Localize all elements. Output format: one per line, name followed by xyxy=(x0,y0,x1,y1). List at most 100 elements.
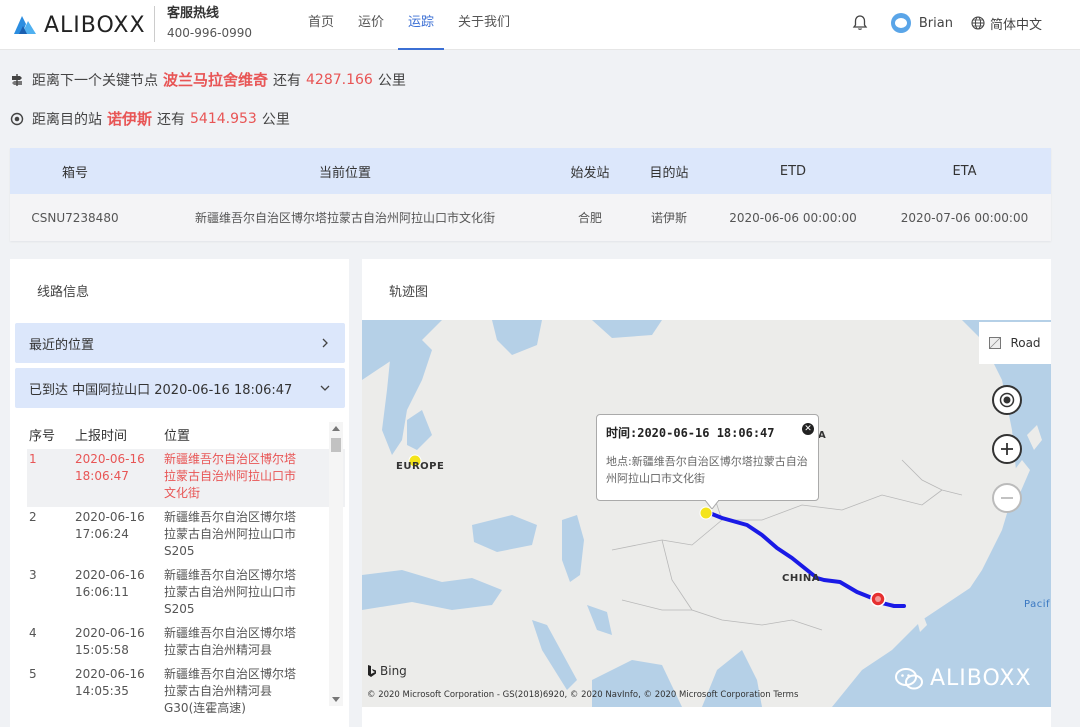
plus-icon xyxy=(1001,443,1013,455)
nav-home[interactable]: 首页 xyxy=(298,0,344,50)
bing-attribution[interactable]: Bing xyxy=(367,664,407,678)
bing-logo-icon xyxy=(368,665,376,677)
header-origin: 始发站 xyxy=(570,165,610,181)
scroll-up-icon[interactable] xyxy=(332,426,340,431)
route-row[interactable]: 2 2020-06-16 17:06:24 新疆维吾尔自治区博尔塔拉蒙古自治州阿… xyxy=(27,507,345,565)
route-row-loc: 新疆维吾尔自治区博尔塔拉蒙古自治州阿拉山口市S205 xyxy=(164,510,297,558)
container-table-row[interactable]: CSNU7238480 新疆维吾尔自治区博尔塔拉蒙古自治州阿拉山口市文化街 合肥… xyxy=(10,194,1051,241)
map-label-europe: EUROPE xyxy=(396,461,445,472)
road-map-icon xyxy=(989,337,1002,349)
aliboxx-logo[interactable]: ALIBOXX xyxy=(10,12,146,38)
destination-unit: 公里 xyxy=(261,111,290,128)
watermark-text: ALIBOXX xyxy=(930,666,1032,691)
language-selector[interactable]: 简体中文 xyxy=(990,14,1042,33)
route-row-loc: 新疆维吾尔自治区博尔塔拉蒙古自治州精河县G30(连霍高速) xyxy=(164,667,297,715)
route-row[interactable]: 1 2020-06-16 18:06:47 新疆维吾尔自治区博尔塔拉蒙古自治州阿… xyxy=(27,449,345,507)
route-row-no: 5 xyxy=(29,667,37,681)
chevron-down-icon xyxy=(320,385,330,391)
globe-icon[interactable] xyxy=(971,16,985,30)
route-row-no: 2 xyxy=(29,510,37,524)
route-table-scrollbar[interactable] xyxy=(329,422,343,706)
next-node-prefix: 距离下一个关键节点 xyxy=(32,72,158,89)
top-header: ALIBOXX 客服热线 400-996-0990 首页 运价 运踪 关于我们 … xyxy=(0,0,1080,50)
next-node-unit: 公里 xyxy=(377,72,406,89)
route-row-loc: 新疆维吾尔自治区博尔塔拉蒙古自治州精河县 xyxy=(164,626,297,657)
route-row-time: 2020-06-16 18:06:47 xyxy=(75,452,145,483)
wechat-icon xyxy=(895,667,923,689)
road-style-toggle[interactable]: Road xyxy=(979,322,1051,364)
main-nav: 首页 运价 运踪 关于我们 xyxy=(298,0,524,50)
arrived-label: 已到达 中国阿拉山口 2020-06-16 18:06:47 xyxy=(29,382,293,398)
hotline-label: 客服热线 xyxy=(167,6,220,21)
map-background xyxy=(362,320,1051,707)
locate-button[interactable] xyxy=(992,385,1022,415)
popup-time: 时间:2020-06-16 18:06:47 xyxy=(606,426,775,440)
nav-freight-rates[interactable]: 运价 xyxy=(348,0,394,50)
cell-destination: 诺伊斯 xyxy=(650,211,687,225)
user-name[interactable]: Brian xyxy=(919,16,953,31)
popup-address: 地点:新疆维吾尔自治区博尔塔拉蒙古自治州阿拉山口市文化街 xyxy=(606,455,808,485)
destination-prefix: 距离目的站 xyxy=(32,111,102,128)
scroll-thumb[interactable] xyxy=(331,438,341,452)
route-row-time: 2020-06-16 15:05:58 xyxy=(75,626,145,657)
destination-mid: 还有 xyxy=(157,111,186,128)
header-eta: ETA xyxy=(952,163,977,179)
minus-icon xyxy=(1001,497,1013,499)
header-seq: 序号 xyxy=(29,428,56,444)
route-row-loc: 新疆维吾尔自治区博尔塔拉蒙古自治州阿拉山口市S205 xyxy=(164,568,297,616)
road-label: Road xyxy=(1010,336,1041,350)
route-row[interactable]: 5 2020-06-16 14:05:35 新疆维吾尔自治区博尔塔拉蒙古自治州精… xyxy=(27,664,345,722)
chevron-right-icon xyxy=(322,338,328,348)
recent-location-label: 最近的位置 xyxy=(29,337,95,353)
header-current-location: 当前位置 xyxy=(318,165,371,181)
route-info-title: 线路信息 xyxy=(37,285,90,300)
cell-eta: 2020-07-06 00:00:00 xyxy=(900,210,1029,225)
popup-tail xyxy=(705,500,719,509)
cell-etd: 2020-06-06 00:00:00 xyxy=(729,210,857,225)
cell-container-no: CSNU7238480 xyxy=(31,210,119,225)
zoom-in-button[interactable] xyxy=(992,434,1022,464)
track-map-title: 轨迹图 xyxy=(389,285,429,300)
header-location: 位置 xyxy=(164,428,191,444)
scroll-down-icon[interactable] xyxy=(332,697,340,702)
next-node-distance: 距离下一个关键节点 波兰马拉舍维奇 还有 4287.166 公里 xyxy=(10,69,406,90)
logo-text: ALIBOXX xyxy=(44,12,146,38)
cell-current-location: 新疆维吾尔自治区博尔塔拉蒙古自治州阿拉山口市文化街 xyxy=(194,211,495,225)
route-row[interactable]: 4 2020-06-16 15:05:58 新疆维吾尔自治区博尔塔拉蒙古自治州精… xyxy=(27,623,345,664)
zoom-out-button[interactable] xyxy=(992,483,1022,513)
recent-location-toggle[interactable]: 最近的位置 xyxy=(15,323,345,363)
close-icon[interactable]: ✕ xyxy=(802,423,814,435)
bell-icon[interactable] xyxy=(851,14,869,32)
header-right: Brian 简体中文 xyxy=(851,0,1042,46)
route-row[interactable]: 3 2020-06-16 16:06:11 新疆维吾尔自治区博尔塔拉蒙古自治州阿… xyxy=(27,565,345,623)
bing-label: Bing xyxy=(380,664,407,678)
next-node-name: 波兰马拉舍维奇 xyxy=(163,71,269,89)
nav-about-us[interactable]: 关于我们 xyxy=(448,0,520,50)
customer-hotline: 客服热线 400-996-0990 xyxy=(154,6,252,42)
arrived-toggle[interactable]: 已到达 中国阿拉山口 2020-06-16 18:06:47 xyxy=(15,368,345,408)
destination-km: 5414.953 xyxy=(190,110,257,127)
route-row-time: 2020-06-16 14:05:35 xyxy=(75,667,145,698)
target-icon xyxy=(10,112,24,125)
map-label-pacific: Pacif xyxy=(1024,599,1051,610)
container-table-header: 箱号 当前位置 始发站 目的站 ETD ETA xyxy=(10,148,1051,194)
track-map[interactable]: EUROPE CHINA A Pacif Road 时间:2020-06-16 … xyxy=(362,320,1051,707)
destination-distance: 距离目的站 诺伊斯 还有 5414.953 公里 xyxy=(10,108,290,129)
nav-tracking[interactable]: 运踪 xyxy=(398,0,445,50)
hotline-number: 400-996-0990 xyxy=(167,26,253,40)
header-etd: ETD xyxy=(779,163,807,179)
route-table: 序号 上报时间 位置 1 2020-06-16 18:06:47 新疆维吾尔自治… xyxy=(27,419,345,722)
header-report-time: 上报时间 xyxy=(75,428,128,444)
map-label-china: CHINA xyxy=(782,573,821,584)
header-container-no: 箱号 xyxy=(61,165,88,181)
route-row-time: 2020-06-16 17:06:24 xyxy=(75,510,145,541)
map-copyright: © 2020 Microsoft Corporation - GS(2018)6… xyxy=(367,690,799,700)
user-avatar[interactable] xyxy=(890,13,911,33)
route-row-time: 2020-06-16 16:06:11 xyxy=(75,568,145,599)
route-row-loc: 新疆维吾尔自治区博尔塔拉蒙古自治州阿拉山口市文化街 xyxy=(164,452,297,500)
cell-origin: 合肥 xyxy=(577,211,602,225)
track-map-panel: 轨迹图 EUROPE CHINA A Pacif Road 时间:2020-06… xyxy=(362,259,1051,727)
aliboxx-logo-icon xyxy=(14,16,36,34)
route-row-no: 1 xyxy=(29,452,37,466)
next-node-mid: 还有 xyxy=(273,72,302,89)
